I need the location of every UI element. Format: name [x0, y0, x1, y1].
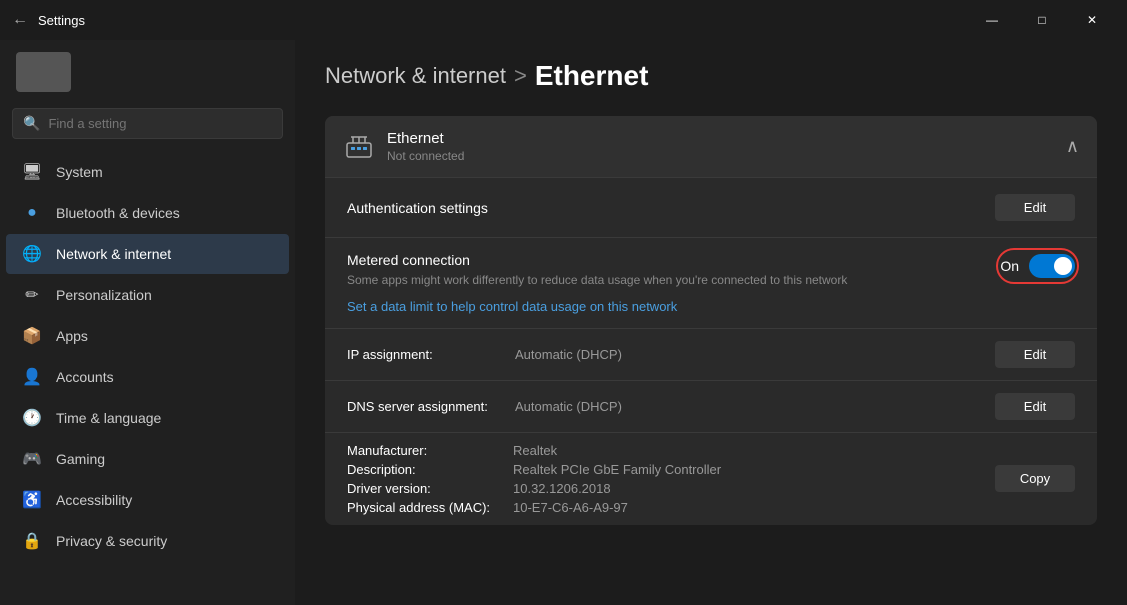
minimize-button[interactable]: — — [969, 4, 1015, 36]
sidebar-item-accessibility[interactable]: ♿ Accessibility — [6, 480, 289, 520]
panel-title-group: Ethernet Not connected — [387, 130, 464, 163]
apps-icon: 📦 — [22, 326, 42, 346]
breadcrumb-separator: > — [514, 63, 527, 89]
close-button[interactable]: ✕ — [1069, 4, 1115, 36]
personalization-icon: ✏ — [22, 285, 42, 305]
sidebar-label-network: Network & internet — [56, 246, 171, 262]
search-box[interactable]: 🔍 — [12, 108, 283, 139]
ip-assignment-row: IP assignment: Automatic (DHCP) Edit — [325, 328, 1097, 380]
sidebar: 🔍 🖥 System ● Bluetooth & devices 🌐 Netwo… — [0, 40, 295, 605]
metered-text-area: Metered connection Some apps might work … — [347, 252, 960, 314]
manufacturer-key: Manufacturer: — [347, 443, 507, 458]
system-icon: 🖥 — [22, 162, 42, 182]
driver-pair: Driver version: 10.32.1206.2018 — [347, 481, 995, 496]
toggle-knob — [1054, 257, 1072, 275]
bluetooth-icon: ● — [22, 203, 42, 223]
accessibility-icon: ♿ — [22, 490, 42, 510]
sidebar-label-time: Time & language — [56, 410, 161, 426]
titlebar: ← Settings — □ ✕ — [0, 0, 1127, 40]
driver-key: Driver version: — [347, 481, 507, 496]
dns-assignment-left: DNS server assignment: Automatic (DHCP) — [347, 399, 622, 414]
sidebar-label-accounts: Accounts — [56, 369, 114, 385]
ip-assignment-key: IP assignment: — [347, 347, 507, 362]
mac-pair: Physical address (MAC): 10-E7-C6-A6-A9-9… — [347, 500, 995, 515]
metered-link[interactable]: Set a data limit to help control data us… — [347, 299, 960, 314]
dns-assignment-row: DNS server assignment: Automatic (DHCP) … — [325, 380, 1097, 432]
search-input[interactable] — [48, 116, 272, 131]
device-info-main: Manufacturer: Realtek Description: Realt… — [347, 443, 995, 515]
privacy-icon: 🔒 — [22, 531, 42, 551]
time-icon: 🕐 — [22, 408, 42, 428]
metered-title: Metered connection — [347, 252, 960, 268]
mac-val: 10-E7-C6-A6-A9-97 — [513, 500, 628, 515]
metered-toggle-label: On — [1000, 258, 1019, 274]
titlebar-left: ← Settings — [12, 11, 85, 29]
metered-connection-row: Metered connection Some apps might work … — [325, 237, 1097, 328]
dns-edit-button[interactable]: Edit — [995, 393, 1075, 420]
sidebar-item-apps[interactable]: 📦 Apps — [6, 316, 289, 356]
auth-settings-row: Authentication settings Edit — [325, 177, 1097, 237]
content-area: Network & internet > Ethernet — [295, 40, 1127, 605]
sidebar-label-personalization: Personalization — [56, 287, 152, 303]
search-icon: 🔍 — [23, 115, 40, 132]
description-val: Realtek PCIe GbE Family Controller — [513, 462, 721, 477]
gaming-icon: 🎮 — [22, 449, 42, 469]
description-key: Description: — [347, 462, 507, 477]
toggle-wrapper: On — [1000, 254, 1075, 278]
sidebar-item-gaming[interactable]: 🎮 Gaming — [6, 439, 289, 479]
sidebar-item-accounts[interactable]: 👤 Accounts — [6, 357, 289, 397]
sidebar-item-bluetooth[interactable]: ● Bluetooth & devices — [6, 193, 289, 233]
maximize-button[interactable]: □ — [1019, 4, 1065, 36]
sidebar-label-bluetooth: Bluetooth & devices — [56, 205, 180, 221]
titlebar-title: Settings — [38, 13, 85, 28]
copy-button[interactable]: Copy — [995, 465, 1075, 492]
sidebar-label-accessibility: Accessibility — [56, 492, 132, 508]
metered-desc: Some apps might work differently to redu… — [347, 272, 960, 289]
device-info-row: Manufacturer: Realtek Description: Realt… — [325, 432, 1097, 525]
breadcrumb-parent: Network & internet — [325, 63, 506, 89]
ethernet-panel: Ethernet Not connected ∧ Authentication … — [325, 116, 1097, 525]
driver-val: 10.32.1206.2018 — [513, 481, 611, 496]
dns-assignment-key: DNS server assignment: — [347, 399, 507, 414]
dns-assignment-val: Automatic (DHCP) — [515, 399, 622, 414]
breadcrumb-current: Ethernet — [535, 60, 649, 92]
sidebar-item-personalization[interactable]: ✏ Personalization — [6, 275, 289, 315]
sidebar-label-gaming: Gaming — [56, 451, 105, 467]
chevron-up-icon[interactable]: ∧ — [1066, 136, 1079, 157]
panel-subtitle: Not connected — [387, 149, 464, 163]
back-icon[interactable]: ← — [12, 11, 28, 29]
titlebar-controls: — □ ✕ — [969, 4, 1115, 36]
sidebar-item-time[interactable]: 🕐 Time & language — [6, 398, 289, 438]
auth-settings-label: Authentication settings — [347, 200, 488, 216]
auth-edit-button[interactable]: Edit — [995, 194, 1075, 221]
sidebar-label-apps: Apps — [56, 328, 88, 344]
sidebar-item-network[interactable]: 🌐 Network & internet — [6, 234, 289, 274]
network-icon: 🌐 — [22, 244, 42, 264]
sidebar-label-privacy: Privacy & security — [56, 533, 167, 549]
ip-edit-button[interactable]: Edit — [995, 341, 1075, 368]
panel-title: Ethernet — [387, 130, 464, 147]
manufacturer-pair: Manufacturer: Realtek — [347, 443, 995, 458]
sidebar-item-privacy[interactable]: 🔒 Privacy & security — [6, 521, 289, 561]
metered-toggle[interactable] — [1029, 254, 1075, 278]
panel-header: Ethernet Not connected ∧ — [325, 116, 1097, 177]
avatar — [16, 52, 71, 92]
sidebar-nav: 🖥 System ● Bluetooth & devices 🌐 Network… — [0, 151, 295, 562]
mac-key: Physical address (MAC): — [347, 500, 507, 515]
panel-header-left: Ethernet Not connected — [343, 130, 464, 163]
ethernet-icon — [343, 131, 375, 163]
description-pair: Description: Realtek PCIe GbE Family Con… — [347, 462, 995, 477]
sidebar-item-system[interactable]: 🖥 System — [6, 152, 289, 192]
ip-assignment-left: IP assignment: Automatic (DHCP) — [347, 347, 622, 362]
accounts-icon: 👤 — [22, 367, 42, 387]
breadcrumb: Network & internet > Ethernet — [325, 60, 1097, 92]
sidebar-label-system: System — [56, 164, 103, 180]
app-body: 🔍 🖥 System ● Bluetooth & devices 🌐 Netwo… — [0, 40, 1127, 605]
ip-assignment-val: Automatic (DHCP) — [515, 347, 622, 362]
manufacturer-val: Realtek — [513, 443, 557, 458]
